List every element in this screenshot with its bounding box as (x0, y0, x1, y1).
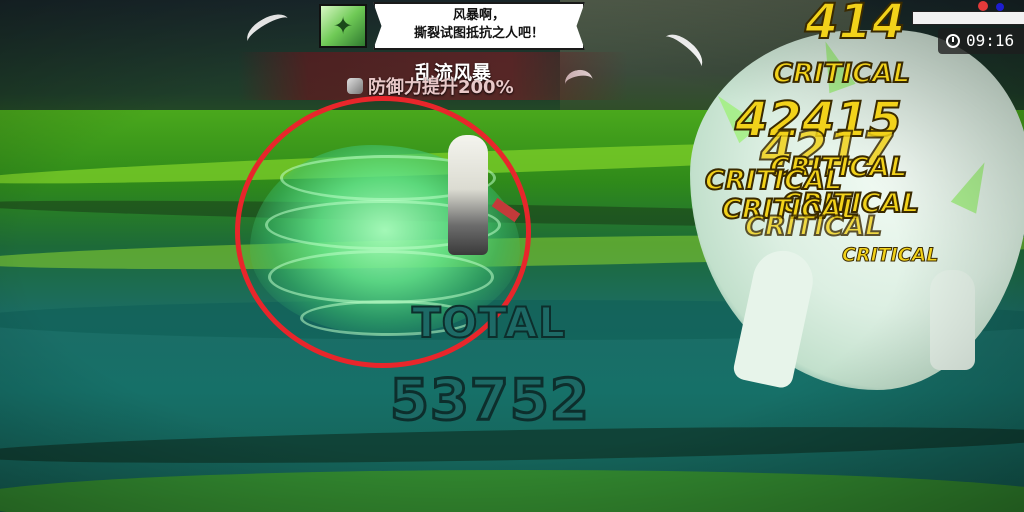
boss-hp-bar (912, 11, 1024, 25)
boss-portrait-icon: ✦ (332, 12, 354, 40)
timer-text: 09:16 (966, 31, 1015, 50)
critical-label: CRITICAL (744, 210, 883, 243)
battle-timer: 09:16 (938, 28, 1024, 54)
buff-text: 防御力提升200% (368, 77, 514, 98)
hp-marker-icon (996, 3, 1004, 11)
critical-label: CRITICAL (841, 244, 939, 267)
clock-icon (946, 34, 960, 48)
total-label: TOTAL (411, 297, 567, 348)
damage-number: 414 (804, 0, 906, 51)
total-value: 53752 (389, 367, 591, 435)
speech-line-1: 风暴啊， (452, 8, 505, 23)
critical-label: CRITICAL (772, 57, 911, 90)
boss-speech-bubble: 风暴啊， 撕裂试图抵抗之人吧！ (373, 2, 585, 50)
hp-marker-icon (978, 1, 988, 11)
buff-icon (347, 78, 363, 94)
boss-portrait: ✦ (319, 4, 367, 48)
speech-line-2: 撕裂试图抵抗之人吧！ (413, 26, 544, 41)
